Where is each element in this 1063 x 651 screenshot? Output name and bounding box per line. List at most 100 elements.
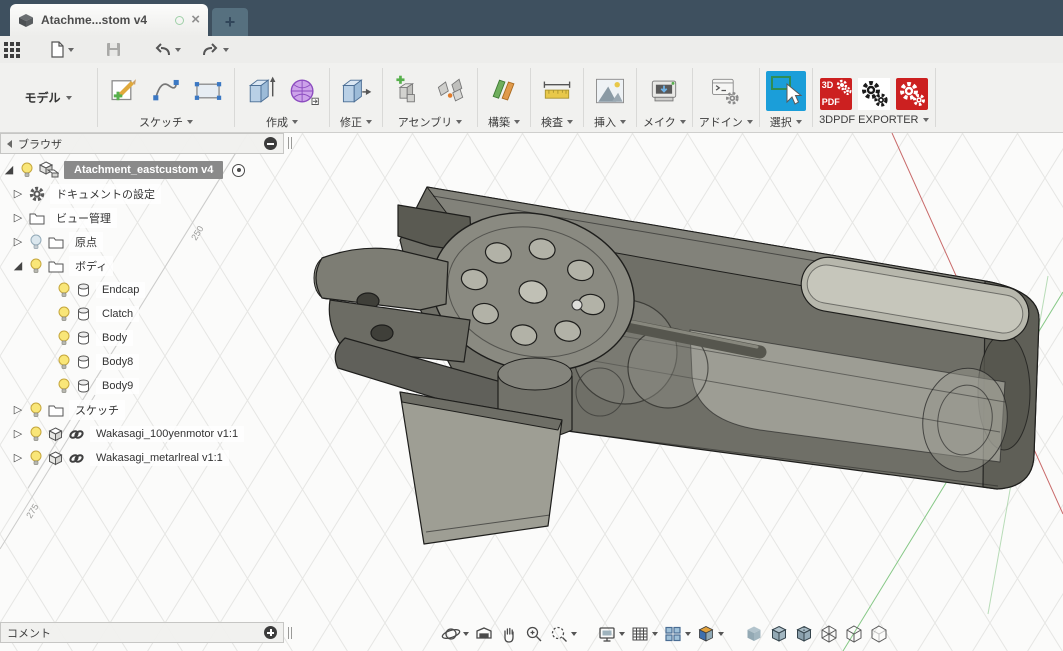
panel-resize-grip[interactable] — [288, 137, 294, 149]
tree-item-label[interactable]: スケッチ — [69, 400, 125, 420]
bulb-on-icon[interactable] — [29, 402, 43, 418]
create-sketch-icon[interactable] — [104, 71, 144, 111]
tree-item-label[interactable]: Clatch — [96, 306, 139, 322]
3dpdf-icon[interactable]: 3D PDF — [819, 77, 853, 111]
tree-item-label[interactable]: ビュー管理 — [50, 208, 117, 228]
tree-row-body[interactable]: Clatch — [0, 302, 286, 326]
expander-icon[interactable]: ◢ — [3, 164, 15, 176]
gears-icon[interactable] — [857, 77, 891, 111]
grid-settings-icon[interactable] — [630, 624, 658, 644]
save-button[interactable] — [104, 40, 123, 59]
comments-panel-header[interactable]: コメント — [0, 622, 284, 643]
wireframe-hidden-icon[interactable] — [844, 624, 864, 644]
tree-row-linked-component[interactable]: ▷ Wakasagi_metarlreal v1:1 — [0, 446, 286, 470]
bulb-off-icon[interactable] — [29, 234, 43, 250]
ribbon-group-label[interactable]: アドイン — [699, 114, 753, 130]
panel-resize-grip[interactable] — [288, 627, 294, 639]
ribbon-group-label[interactable]: スケッチ — [139, 114, 193, 130]
press-pull-icon[interactable] — [336, 71, 376, 111]
new-tab-button[interactable]: + — [212, 8, 248, 36]
tree-item-label[interactable]: ボディ — [69, 256, 113, 276]
bulb-on-icon[interactable] — [29, 258, 43, 274]
file-menu-button[interactable] — [48, 39, 76, 60]
select-icon[interactable] — [766, 71, 806, 111]
new-component-icon[interactable] — [389, 71, 429, 111]
extrude-icon[interactable] — [241, 71, 281, 111]
shaded-icon[interactable] — [744, 624, 764, 644]
joint-icon[interactable] — [431, 71, 471, 111]
wireframe-full-icon[interactable] — [819, 624, 839, 644]
tree-item-label[interactable]: 原点 — [69, 232, 103, 252]
tree-row-body[interactable]: Endcap — [0, 278, 286, 302]
ribbon-group-label[interactable]: 作成 — [266, 114, 298, 130]
workspace-selector[interactable]: モデル — [0, 63, 96, 132]
wireframe-icon[interactable] — [869, 624, 889, 644]
ribbon-group-label[interactable]: 選択 — [770, 114, 802, 130]
tree-item-label[interactable]: Endcap — [96, 282, 145, 298]
tree-item-label[interactable]: Body8 — [96, 354, 139, 370]
3d-print-icon[interactable] — [644, 71, 684, 111]
ribbon-group-label[interactable]: 検査 — [541, 114, 573, 130]
scripts-addins-icon[interactable] — [706, 71, 746, 111]
bulb-on-icon[interactable] — [57, 378, 71, 394]
root-component-label[interactable]: Atachment_eastcustom v4 — [64, 161, 223, 179]
tree-item-label[interactable]: Body9 — [96, 378, 139, 394]
construction-plane-icon[interactable] — [484, 71, 524, 111]
activate-component-radio[interactable] — [232, 164, 245, 177]
bulb-on-icon[interactable] — [29, 450, 43, 466]
spline-icon[interactable] — [146, 71, 186, 111]
expander-icon[interactable]: ▷ — [12, 452, 24, 464]
tree-item-label[interactable]: ドキュメントの設定 — [50, 184, 161, 204]
view-cube-icon[interactable] — [696, 624, 724, 644]
add-comment-icon[interactable] — [264, 626, 277, 639]
tree-row-body[interactable]: Body — [0, 326, 286, 350]
expander-icon[interactable]: ▷ — [12, 236, 24, 248]
ribbon-group-label[interactable]: 3DPDF EXPORTER — [819, 114, 928, 126]
tree-root-row[interactable]: ◢ Atachment_eastcustom v4 — [0, 158, 286, 182]
collapse-panel-icon[interactable] — [7, 140, 12, 148]
tree-row-body[interactable]: Body8 — [0, 350, 286, 374]
tree-item-label[interactable]: Wakasagi_100yenmotor v1:1 — [90, 426, 244, 442]
display-settings-icon[interactable] — [597, 624, 625, 644]
bulb-on-icon[interactable] — [57, 306, 71, 322]
look-at-icon[interactable] — [474, 624, 494, 644]
undo-button[interactable] — [151, 40, 183, 59]
bulb-on-icon[interactable] — [57, 330, 71, 346]
tree-row-linked-component[interactable]: ▷ Wakasagi_100yenmotor v1:1 — [0, 422, 286, 446]
ribbon-group-label[interactable]: メイク — [643, 114, 686, 130]
tree-row-sketches[interactable]: ▷ スケッチ — [0, 398, 286, 422]
ribbon-group-label[interactable]: 挿入 — [594, 114, 626, 130]
ribbon-group-label[interactable]: 構築 — [488, 114, 520, 130]
ribbon-group-label[interactable]: 修正 — [340, 114, 372, 130]
apps-grid-icon[interactable] — [2, 40, 22, 60]
pan-icon[interactable] — [499, 624, 519, 644]
measure-icon[interactable] — [537, 71, 577, 111]
shaded-hidden-edges-icon[interactable] — [794, 624, 814, 644]
form-icon[interactable] — [283, 71, 323, 111]
viewports-icon[interactable] — [663, 624, 691, 644]
bulb-on-icon[interactable] — [29, 426, 43, 442]
insert-image-icon[interactable] — [590, 71, 630, 111]
zoom-icon[interactable] — [524, 624, 544, 644]
browser-panel-header[interactable]: ブラウザ — [0, 133, 284, 154]
redo-button[interactable] — [199, 40, 231, 59]
gears-red-icon[interactable] — [895, 77, 929, 111]
bulb-on-icon[interactable] — [20, 162, 34, 178]
tab-close-icon[interactable]: × — [191, 13, 200, 27]
tree-row-bodies[interactable]: ◢ ボディ — [0, 254, 286, 278]
tree-row-body[interactable]: Body9 — [0, 374, 286, 398]
tree-item-label[interactable]: Wakasagi_metarlreal v1:1 — [90, 450, 229, 466]
expander-icon[interactable]: ◢ — [12, 260, 24, 272]
tree-row-document-settings[interactable]: ▷ ドキュメントの設定 — [0, 182, 286, 206]
collapse-all-icon[interactable] — [264, 137, 277, 150]
bulb-on-icon[interactable] — [57, 354, 71, 370]
orbit-icon[interactable] — [441, 624, 469, 644]
ribbon-group-label[interactable]: アセンブリ — [398, 114, 462, 130]
expander-icon[interactable]: ▷ — [12, 404, 24, 416]
expander-icon[interactable]: ▷ — [12, 188, 24, 200]
zoom-fit-icon[interactable] — [549, 624, 577, 644]
tree-row-origin[interactable]: ▷ 原点 — [0, 230, 286, 254]
document-tab[interactable]: Atachme...stom v4 × — [10, 4, 208, 36]
tree-row-view-management[interactable]: ▷ ビュー管理 — [0, 206, 286, 230]
bulb-on-icon[interactable] — [57, 282, 71, 298]
